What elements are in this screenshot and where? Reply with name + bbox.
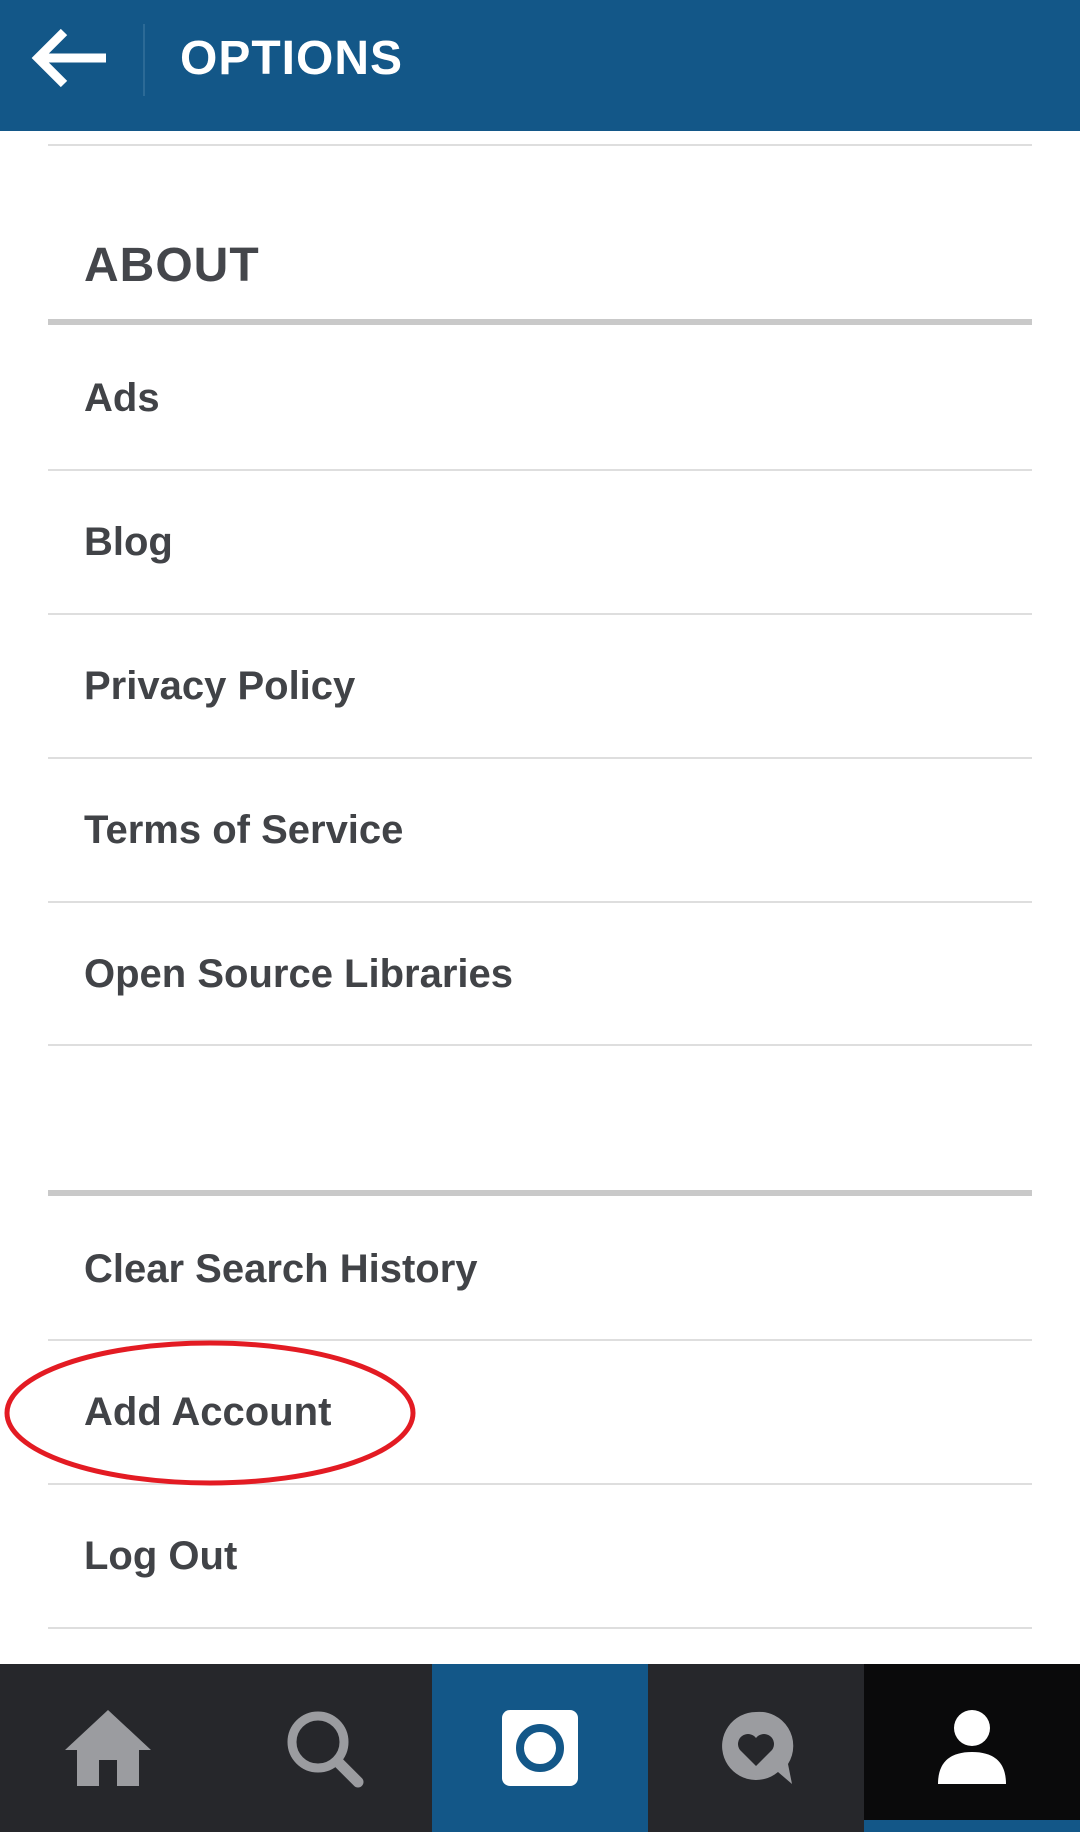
nav-tab-search[interactable]: [216, 1664, 432, 1832]
page-title: OPTIONS: [180, 32, 404, 85]
divider: [48, 144, 1032, 146]
nav-tab-camera[interactable]: [432, 1664, 648, 1832]
bottom-nav: [0, 1664, 1080, 1832]
options-screen: OPTIONS ABOUT Ads Blog Privacy Policy Te…: [0, 0, 1080, 1832]
arrow-left-icon: [31, 28, 106, 88]
home-icon: [65, 1710, 151, 1786]
back-button[interactable]: [20, 14, 124, 118]
menu-item-label: Ads: [84, 376, 160, 420]
menu-item-clear-search-history[interactable]: Clear Search History: [48, 1198, 1032, 1340]
header-divider: [143, 24, 145, 96]
nav-tab-activity[interactable]: [648, 1664, 864, 1832]
menu-item-terms-of-service[interactable]: Terms of Service: [48, 759, 1032, 901]
divider: [48, 1044, 1032, 1046]
nav-tab-home[interactable]: [0, 1664, 216, 1832]
menu-item-label: Open Source Libraries: [84, 952, 514, 996]
menu-item-add-account[interactable]: Add Account: [48, 1341, 1032, 1483]
menu-item-label: Privacy Policy: [84, 664, 356, 708]
menu-item-log-out[interactable]: Log Out: [48, 1485, 1032, 1627]
active-tab-indicator: [864, 1820, 1080, 1832]
menu-item-blog[interactable]: Blog: [48, 471, 1032, 613]
divider: [48, 1627, 1032, 1629]
profile-icon: [938, 1710, 1006, 1784]
menu-item-label: Clear Search History: [84, 1247, 478, 1291]
activity-heart-icon: [722, 1711, 794, 1784]
section-divider: [48, 1190, 1032, 1196]
app-header: OPTIONS: [0, 0, 1080, 131]
menu-item-label: Terms of Service: [84, 808, 404, 852]
nav-tab-profile[interactable]: [864, 1664, 1080, 1832]
menu-item-label: Blog: [84, 520, 173, 564]
menu-item-label: Add Account: [84, 1390, 332, 1434]
search-icon: [287, 1711, 364, 1788]
camera-icon: [502, 1710, 578, 1786]
menu-item-label: Log Out: [84, 1534, 238, 1578]
section-heading-about: ABOUT: [84, 239, 260, 292]
menu-item-privacy-policy[interactable]: Privacy Policy: [48, 615, 1032, 757]
section-divider: [48, 319, 1032, 325]
menu-item-open-source-libraries[interactable]: Open Source Libraries: [48, 903, 1032, 1045]
menu-item-ads[interactable]: Ads: [48, 327, 1032, 469]
